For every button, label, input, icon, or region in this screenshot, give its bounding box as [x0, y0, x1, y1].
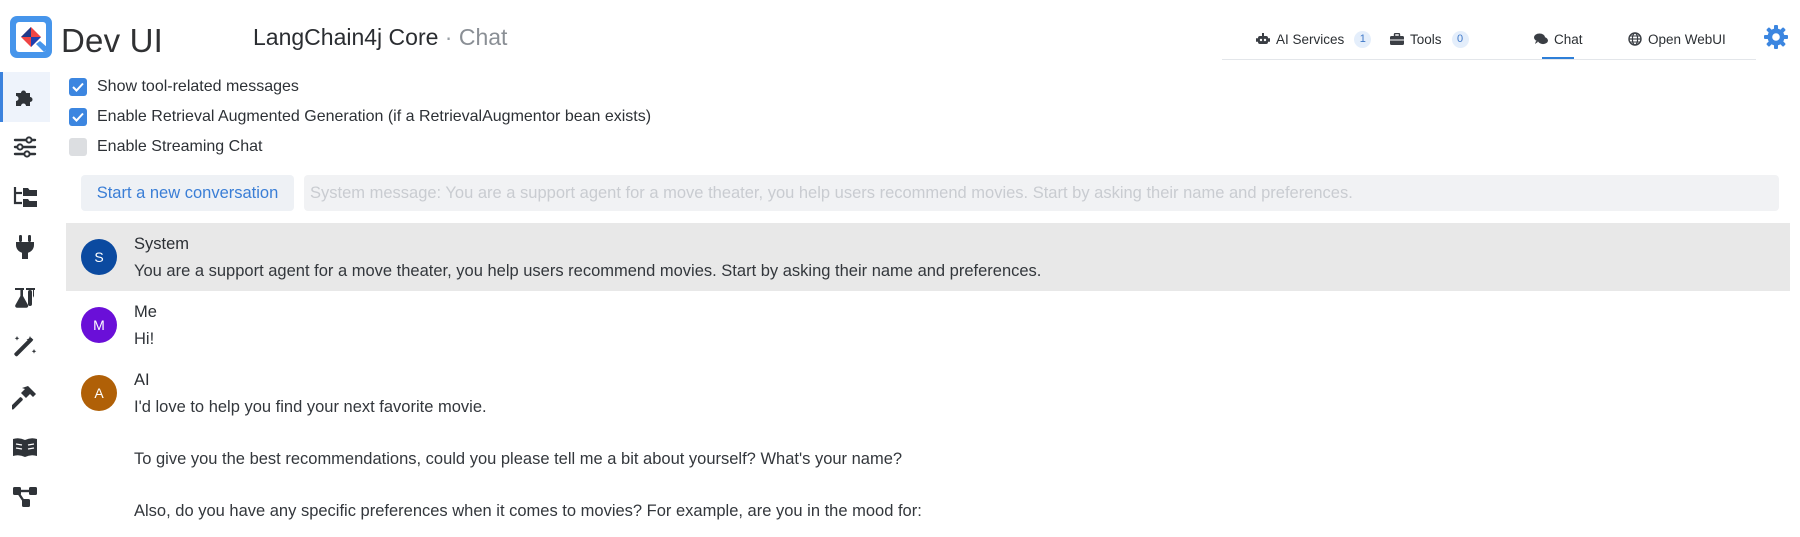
folder-tree-icon [13, 187, 37, 207]
sidebar-item-continuous-testing[interactable] [0, 272, 50, 322]
comments-icon [1534, 33, 1548, 45]
sidebar-item-extensions[interactable] [0, 72, 50, 122]
system-message-input[interactable] [304, 175, 1779, 211]
sidebar-item-dependencies[interactable] [0, 472, 50, 522]
message-text: Also, do you have any specific preferenc… [134, 502, 922, 520]
header: Dev UI LangChain4j Core · Chat AI Servic… [0, 0, 1800, 70]
checkbox-unchecked[interactable] [69, 138, 87, 156]
sidebar-item-workspace[interactable] [0, 172, 50, 222]
app-title: Dev UI [61, 22, 164, 59]
option-enable-streaming[interactable]: Enable Streaming Chat [69, 137, 262, 157]
avatar: S [81, 239, 117, 275]
tab-open-webui[interactable]: Open WebUI [1628, 29, 1726, 49]
flask-icon [15, 288, 35, 308]
tab-label: Open WebUI [1648, 31, 1726, 47]
sidebar-item-configuration[interactable] [0, 122, 50, 172]
avatar: A [81, 375, 117, 411]
gear-icon[interactable] [1763, 24, 1789, 50]
tab-label: Tools [1410, 31, 1442, 47]
message-sender: System [134, 235, 190, 253]
dev-ui-logo-icon[interactable] [8, 14, 54, 60]
checkmark-icon [72, 82, 84, 92]
message-system: S System You are a support agent for a m… [66, 223, 1790, 291]
sidebar [0, 70, 50, 537]
extension-name: LangChain4j Core [253, 24, 439, 50]
tab-label: Chat [1554, 31, 1583, 47]
message-text: You are a support agent for a move theat… [134, 262, 1042, 280]
count-badge: 0 [1451, 30, 1469, 48]
tab-tools[interactable]: Tools 0 [1390, 29, 1469, 49]
avatar: M [81, 307, 117, 343]
tab-chat[interactable]: Chat [1534, 29, 1583, 49]
count-badge: 1 [1354, 30, 1372, 48]
message-text: Hi! [134, 330, 155, 348]
new-conversation-button[interactable]: Start a new conversation [81, 175, 294, 211]
tab-bar: AI Services 1 Tools 0 Chat Open WebUI [1222, 20, 1756, 60]
message-user: M Me Hi! [66, 291, 1790, 359]
message-ai: A AI I'd love to help you find your next… [66, 359, 1790, 537]
page-name: Chat [458, 24, 508, 50]
option-label: Show tool-related messages [97, 78, 299, 95]
option-enable-rag[interactable]: Enable Retrieval Augmented Generation (i… [69, 107, 651, 127]
checkmark-icon [72, 112, 84, 122]
title-separator: · [444, 24, 453, 50]
checkbox-checked[interactable] [69, 108, 87, 126]
magic-wand-icon [14, 336, 37, 357]
hammer-icon [12, 386, 36, 410]
message-sender: AI [134, 371, 150, 389]
tab-label: AI Services [1276, 31, 1345, 47]
globe-icon [1628, 32, 1642, 46]
puzzle-icon [16, 90, 33, 106]
sidebar-item-endpoints[interactable] [0, 222, 50, 272]
sidebar-item-readme[interactable] [0, 422, 50, 472]
option-label: Enable Retrieval Augmented Generation (i… [97, 108, 652, 125]
active-tab-indicator [1542, 57, 1574, 59]
message-text: I'd love to help you find your next favo… [134, 398, 487, 416]
robot-icon [1256, 33, 1270, 44]
message-sender: Me [134, 303, 157, 321]
option-label: Enable Streaming Chat [97, 138, 263, 155]
sidebar-item-build-steps[interactable] [0, 372, 50, 422]
option-show-tool-messages[interactable]: Show tool-related messages [69, 77, 299, 97]
book-icon [13, 438, 37, 457]
tab-ai-services[interactable]: AI Services 1 [1256, 29, 1372, 49]
page-title: LangChain4j Core · Chat [253, 24, 507, 51]
plug-icon [16, 235, 34, 259]
message-text: To give you the best recommendations, co… [134, 450, 903, 468]
checkbox-checked[interactable] [69, 78, 87, 96]
sidebar-item-dev-services[interactable] [0, 322, 50, 372]
toolbox-icon [1390, 33, 1404, 45]
diagram-icon [13, 487, 37, 507]
sliders-icon [13, 136, 37, 158]
